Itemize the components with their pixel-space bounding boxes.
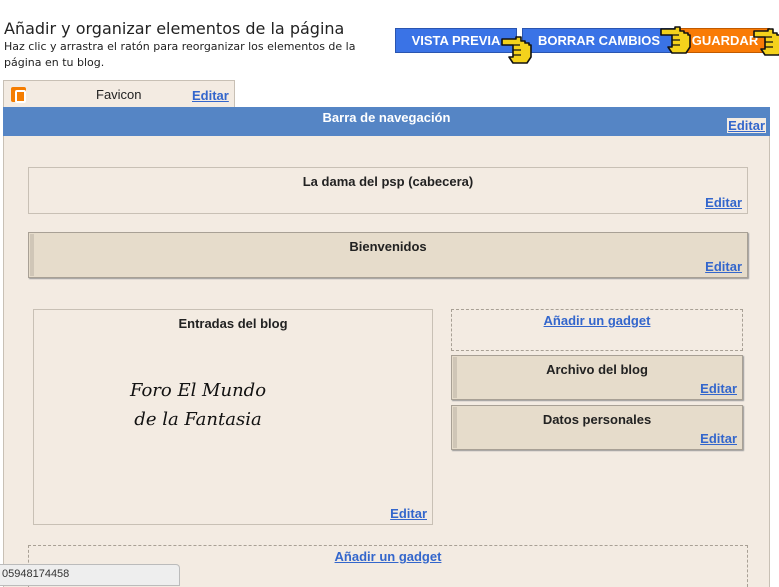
favicon-label: Favicon	[96, 87, 142, 102]
page-subtitle: Haz clic y arrastra el ratón para reorga…	[4, 40, 356, 69]
welcome-widget-edit-link[interactable]: Editar	[705, 259, 742, 274]
preview-button[interactable]: VISTA PREVIA	[395, 28, 517, 53]
navbar-title: Barra de navegación	[322, 110, 451, 125]
sidebar-add-gadget-slot: Añadir un gadget	[451, 309, 743, 351]
blogger-icon	[11, 87, 26, 103]
header-widget-title: La dama del psp (cabecera)	[302, 174, 474, 189]
navbar-edit-link[interactable]: Editar	[727, 118, 766, 133]
blog-posts-image-text: Foro El Mundo de la Fantasia	[129, 380, 267, 430]
clear-changes-button[interactable]: BORRAR CAMBIOS	[522, 28, 676, 53]
header-widget-edit-link[interactable]: Editar	[705, 195, 742, 210]
blog-archive-widget[interactable]: Archivo del blog Editar	[451, 355, 743, 400]
save-button[interactable]: GUARDAR	[680, 28, 770, 53]
welcome-widget[interactable]: Bienvenidos Editar	[28, 232, 748, 278]
blog-archive-title: Archivo del blog	[546, 362, 648, 377]
profile-widget-edit-link[interactable]: Editar	[700, 431, 737, 446]
profile-widget[interactable]: Datos personales Editar	[451, 405, 743, 450]
blog-posts-title: Entradas del blog	[178, 316, 288, 331]
blog-posts-edit-link[interactable]: Editar	[390, 506, 427, 521]
favicon-widget: Favicon Editar	[3, 80, 235, 107]
footer-add-gadget-link[interactable]: Añadir un gadget	[29, 549, 747, 564]
navbar-widget: Barra de navegación Editar	[3, 107, 770, 136]
blog-archive-edit-link[interactable]: Editar	[700, 381, 737, 396]
sidebar-add-gadget-link[interactable]: Añadir un gadget	[452, 313, 742, 328]
browser-status-bar: 05948174458	[0, 564, 180, 586]
profile-widget-title: Datos personales	[542, 412, 652, 427]
blog-posts-widget[interactable]: Entradas del blog Foro El Mundo de la Fa…	[33, 309, 433, 525]
welcome-widget-title: Bienvenidos	[349, 239, 427, 254]
page-title: Añadir y organizar elementos de la págin…	[4, 19, 345, 38]
favicon-edit-link[interactable]: Editar	[192, 88, 229, 103]
header-widget[interactable]: La dama del psp (cabecera) Editar	[28, 167, 748, 214]
status-bar-text: 05948174458	[2, 568, 70, 580]
